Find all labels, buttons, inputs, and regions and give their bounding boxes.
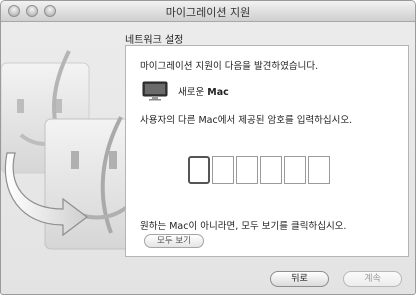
passcode-digit-4[interactable] [260, 156, 282, 184]
passcode-digit-3[interactable] [236, 156, 258, 184]
migration-illustration [1, 50, 131, 250]
passcode-instruction: 사용자의 다른 Mac에서 제공된 암호를 입력하십시오. [140, 115, 353, 126]
passcode-digit-6[interactable] [308, 156, 330, 184]
network-setup-panel: 마이그레이션 지원이 다음을 발견하였습니다. 새로운 Mac 사용자의 다른 … [125, 45, 409, 257]
passcode-digit-5[interactable] [284, 156, 306, 184]
imac-icon [142, 81, 168, 101]
destination-mac-icon [44, 116, 131, 250]
show-all-hint: 원하는 Mac이 아니라면, 모두 보기를 클릭하십시오. [140, 221, 347, 232]
passcode-digit-1[interactable] [188, 156, 210, 184]
found-message: 마이그레이션 지원이 다음을 발견하였습니다. [140, 61, 319, 72]
new-mac-bold: Mac [207, 87, 229, 98]
continue-button[interactable]: 계속 [343, 271, 402, 287]
title-bar: 마이그레이션 지원 [1, 1, 415, 22]
passcode-digit-2[interactable] [212, 156, 234, 184]
new-mac-label: 새로운 Mac [178, 87, 229, 98]
show-all-button[interactable]: 모두 보기 [144, 234, 204, 248]
section-title: 네트워크 설정 [125, 35, 184, 46]
window-title: 마이그레이션 지원 [165, 6, 251, 19]
back-button[interactable]: 뒤로 [270, 271, 329, 287]
migration-assistant-window: 마이그레이션 지원 네트워크 설정 마이그레이션 지원이 다음을 발견하였습니다… [0, 0, 416, 295]
